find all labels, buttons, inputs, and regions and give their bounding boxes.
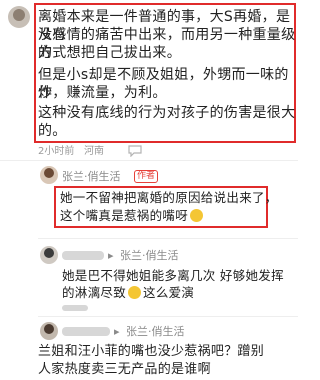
reply-user-avatar[interactable] xyxy=(40,322,58,340)
reply-text: 这个嘴真是惹祸的嘴呀 xyxy=(60,208,189,223)
author-name[interactable]: 张兰·俏生活 xyxy=(62,170,121,183)
reply-text-line: 人家热度卖三无产品的是谁啊 xyxy=(38,362,211,377)
divider xyxy=(38,238,298,239)
divider xyxy=(38,316,298,317)
comment-location: 河南 xyxy=(84,146,104,157)
blurred-username xyxy=(62,327,110,336)
comment-time: 2小时前 xyxy=(38,146,75,157)
author-avatar[interactable] xyxy=(40,166,58,184)
reply-text-line-with-emoji: 这个嘴真是惹祸的嘴呀 xyxy=(60,208,204,224)
reply-icon[interactable] xyxy=(128,145,142,160)
comment-text-line: 的。 xyxy=(38,123,67,139)
blurred-username xyxy=(62,251,104,260)
reply-text-line: 她是巴不得她姐能多离几次 好够她发挥 xyxy=(62,268,284,283)
grinning-emoji-icon xyxy=(128,286,142,299)
reply-text-line: 她一不留神把离婚的原因给说出来了， xyxy=(60,190,278,205)
reply-user-avatar[interactable] xyxy=(40,246,58,264)
commenter-avatar[interactable] xyxy=(8,6,30,28)
reply-arrow-icon: ▸ xyxy=(114,325,120,338)
reply-target-name[interactable]: 张兰·俏生活 xyxy=(120,249,179,262)
reply-text-line: 兰姐和汪小菲的嘴也没少惹祸吧？蹭别 xyxy=(38,344,265,359)
reply-arrow-icon: ▸ xyxy=(108,249,114,262)
reply-target-name[interactable]: 张兰·俏生活 xyxy=(126,325,185,338)
blurred-text xyxy=(62,305,88,311)
comment-text-line: 作，赚流量，为利。 xyxy=(38,85,167,101)
divider xyxy=(0,160,298,161)
reply-text-line-with-emoji: 的淋漓尽致 这么爱演 xyxy=(62,285,194,301)
reply-text: 的淋漓尽致 xyxy=(62,285,127,300)
reply-text: 这么爱演 xyxy=(143,285,195,300)
laughing-emoji-icon xyxy=(190,209,204,222)
author-badge: 作者 xyxy=(134,170,159,183)
comment-text-line: 方式想把自己拔出来。 xyxy=(38,45,181,61)
comment-text-line: 这种没有底线的行为对孩子的伤害是很大 xyxy=(38,105,296,121)
